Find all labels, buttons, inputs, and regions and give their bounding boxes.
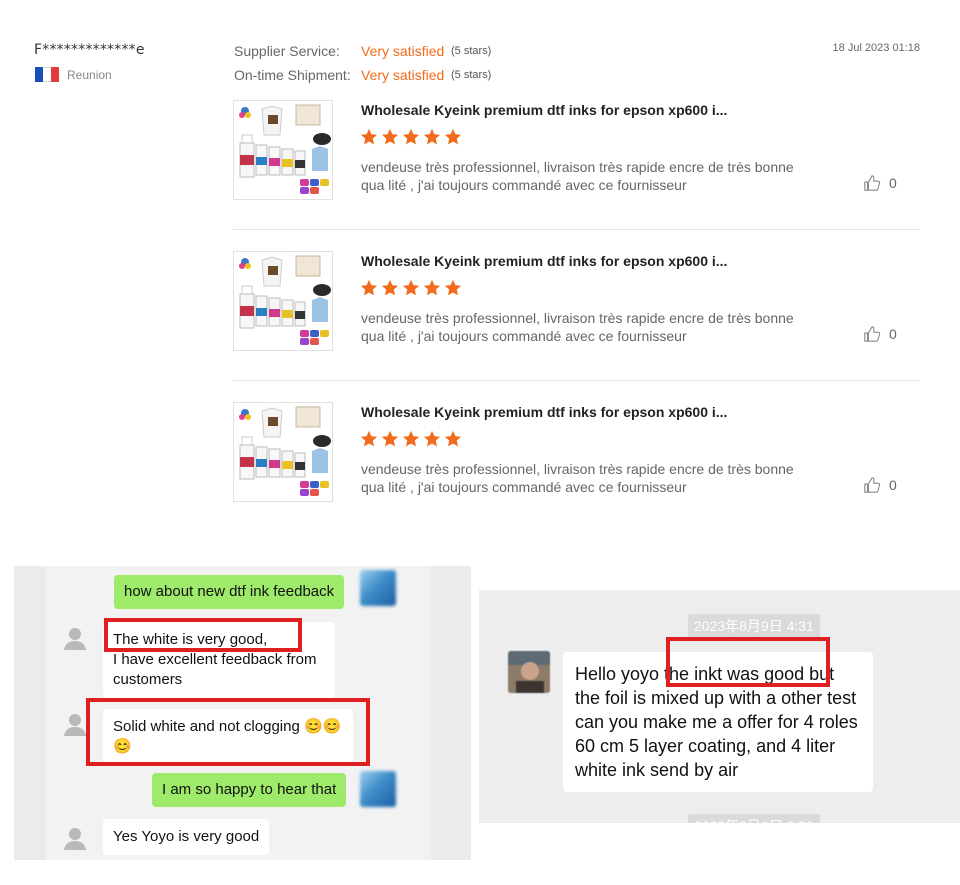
user-avatar-icon: [360, 771, 396, 807]
star-icon: [402, 128, 420, 145]
supplier-service-stars: (5 stars): [451, 45, 492, 57]
supplier-service-label: Supplier Service:: [234, 43, 340, 59]
star-icon: [444, 279, 462, 296]
star-icon: [423, 430, 441, 447]
product-title[interactable]: Wholesale Kyeink premium dtf inks for ep…: [361, 253, 727, 269]
product-thumbnail[interactable]: [233, 100, 333, 200]
ontime-shipment-stars: (5 stars): [451, 69, 492, 81]
user-avatar-icon: [360, 570, 396, 606]
star-icon: [360, 128, 378, 145]
chat-message-out: how about new dtf ink feedback: [114, 575, 345, 609]
like-button[interactable]: 0: [863, 325, 897, 343]
star-icon: [381, 430, 399, 447]
like-button[interactable]: 0: [863, 476, 897, 494]
review-item: Wholesale Kyeink premium dtf inks for ep…: [233, 402, 920, 532]
thumbs-up-icon: [864, 175, 881, 191]
star-icon: [402, 279, 420, 296]
reviewer-country: Reunion: [67, 68, 112, 82]
chat-message-in: Yes Yoyo is very good: [103, 819, 270, 855]
ontime-shipment-label: On-time Shipment:: [234, 67, 351, 83]
review-date: 18 Jul 2023 01:18: [832, 42, 920, 54]
product-rating-stars: [360, 279, 462, 297]
product-title[interactable]: Wholesale Kyeink premium dtf inks for ep…: [361, 102, 727, 118]
star-icon: [360, 279, 378, 296]
highlight-box: [104, 618, 302, 652]
message-line: I have excellent feedback from: [113, 651, 317, 668]
thumbs-up-icon: [864, 477, 881, 493]
star-icon: [360, 430, 378, 447]
review-item: Wholesale Kyeink premium dtf inks for ep…: [233, 251, 920, 381]
chat-timestamp: 2023年8月9日 9:52: [688, 814, 820, 823]
review-item: Wholesale Kyeink premium dtf inks for ep…: [233, 100, 920, 230]
ontime-shipment-value: Very satisfied: [361, 67, 445, 83]
contact-avatar-icon: [64, 828, 86, 850]
like-button[interactable]: 0: [863, 174, 897, 192]
chat-screenshot-2: 2023年8月9日 4:31 Hello yoyo the inkt was g…: [479, 590, 960, 823]
supplier-service-value: Very satisfied: [361, 43, 445, 59]
star-icon: [444, 128, 462, 145]
france-flag-icon: [35, 67, 59, 82]
message-line: customers: [113, 671, 183, 688]
like-count: 0: [889, 326, 897, 342]
reviewer-name: F*************e: [34, 42, 145, 58]
star-icon: [381, 128, 399, 145]
review-text: vendeuse très professionnel, livraison t…: [361, 159, 794, 193]
review-text: vendeuse très professionnel, livraison t…: [361, 310, 794, 344]
review-text: vendeuse très professionnel, livraison t…: [361, 461, 794, 495]
chat-timestamp: 2023年8月9日 4:31: [688, 614, 820, 638]
product-thumbnail[interactable]: [233, 251, 333, 351]
highlight-box: [86, 698, 370, 766]
product-thumbnail[interactable]: [233, 402, 333, 502]
star-icon: [381, 279, 399, 296]
star-icon: [444, 430, 462, 447]
contact-avatar-icon: [64, 628, 86, 650]
like-count: 0: [889, 477, 897, 493]
star-icon: [423, 128, 441, 145]
product-title[interactable]: Wholesale Kyeink premium dtf inks for ep…: [361, 404, 727, 420]
product-rating-stars: [360, 128, 462, 146]
thumbs-up-icon: [864, 326, 881, 342]
product-rating-stars: [360, 430, 462, 448]
contact-avatar-icon: [64, 714, 86, 736]
chat-screenshot-1: how about new dtf ink feedback The white…: [14, 566, 471, 860]
star-icon: [423, 279, 441, 296]
highlight-box: [666, 637, 830, 687]
like-count: 0: [889, 175, 897, 191]
chat-message-out: I am so happy to hear that: [152, 773, 347, 807]
star-icon: [402, 430, 420, 447]
contact-avatar-icon: [508, 651, 550, 693]
